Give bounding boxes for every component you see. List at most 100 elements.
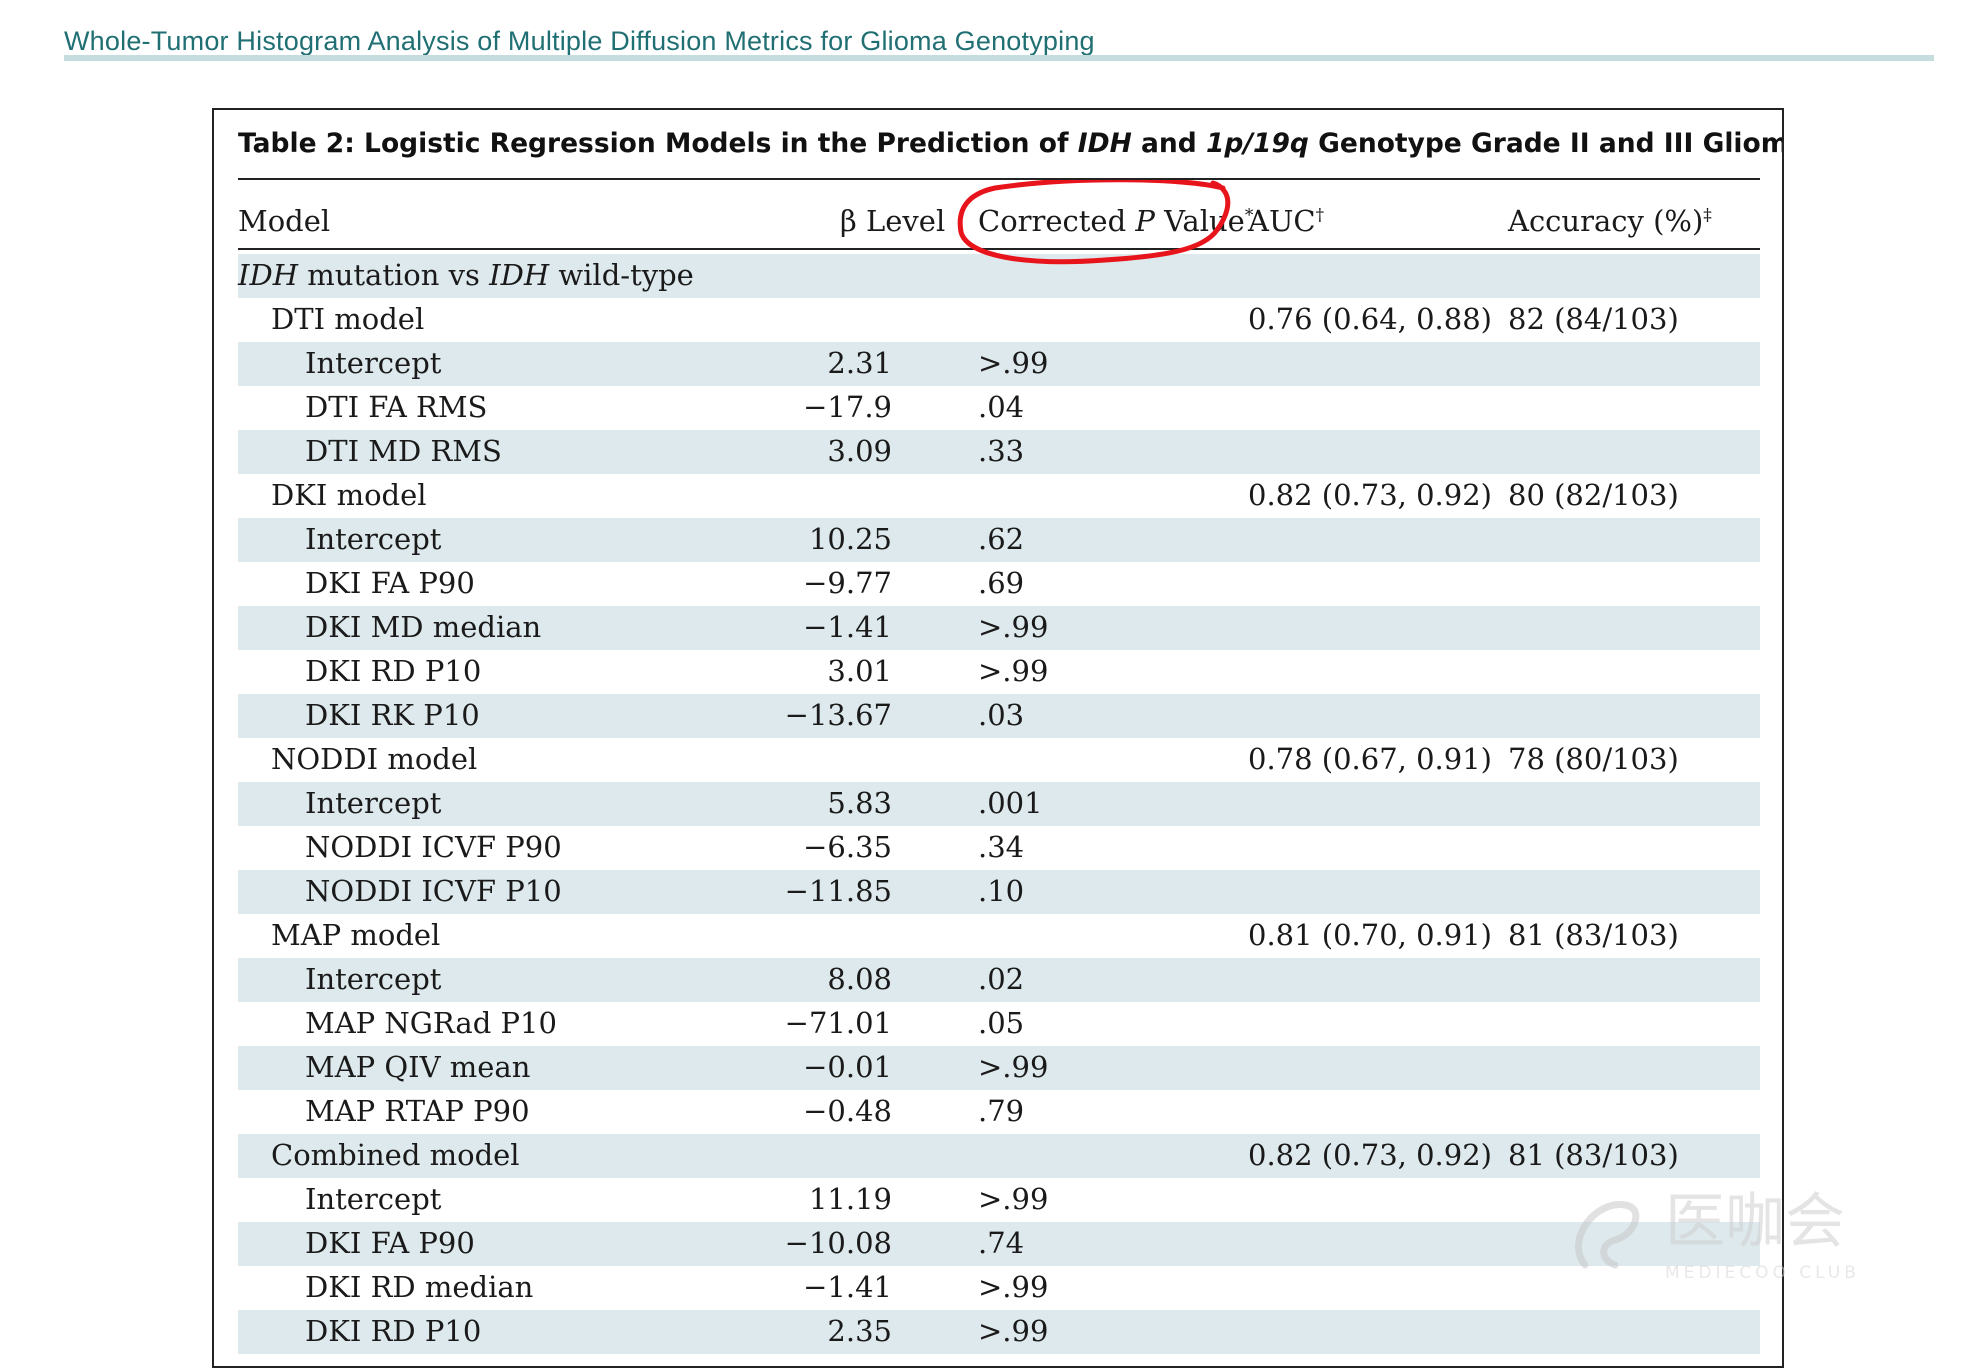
accuracy-value: 81 (83/103) (1508, 1138, 1679, 1172)
table-2: Table 2: Logistic Regression Models in t… (212, 108, 1784, 1368)
auc-value: 0.76 (0.64, 0.88) (1248, 302, 1492, 336)
corrected-p-value: >.99 (978, 654, 1049, 688)
beta-level-value: −10.08 (784, 1226, 892, 1260)
beta-level-value: 3.09 (827, 434, 892, 468)
model-row: DKI model 0.82 (0.73, 0.92) 80 (82/103) (238, 474, 1760, 518)
predictor-row: NODDI ICVF P90 −6.35 .34 (238, 826, 1760, 870)
table-title: Table 2: Logistic Regression Models in t… (238, 128, 1784, 159)
predictor-name: DKI FA P90 (305, 566, 475, 600)
predictor-name: DKI MD median (305, 610, 542, 644)
predictor-row: DKI RK P10 −13.67 .03 (238, 694, 1760, 738)
predictor-name: DKI RD P10 (305, 654, 482, 688)
accuracy-value: 80 (82/103) (1508, 478, 1679, 512)
corrected-p-value: >.99 (978, 1050, 1049, 1084)
header-auc: AUC† (1248, 204, 1325, 238)
model-name: MAP model (271, 918, 441, 952)
predictor-row: Intercept 10.25 .62 (238, 518, 1760, 562)
predictor-row: MAP RTAP P90 −0.48 .79 (238, 1090, 1760, 1134)
beta-level-value: −9.77 (803, 566, 892, 600)
model-name: NODDI model (271, 742, 478, 776)
table-top-rule (238, 178, 1760, 180)
corrected-p-value: .03 (978, 698, 1025, 732)
beta-level-value: 11.19 (808, 1182, 892, 1216)
accuracy-value: 78 (80/103) (1508, 742, 1679, 776)
predictor-row: Intercept 5.83 .001 (238, 782, 1760, 826)
auc-value: 0.82 (0.73, 0.92) (1248, 478, 1492, 512)
corrected-p-value: >.99 (978, 610, 1049, 644)
running-head: Whole-Tumor Histogram Analysis of Multip… (64, 26, 1095, 56)
model-row: DTI model 0.76 (0.64, 0.88) 82 (84/103) (238, 298, 1760, 342)
corrected-p-value: .62 (978, 522, 1025, 556)
corrected-p-value: .05 (978, 1006, 1025, 1040)
predictor-name: Intercept (305, 346, 442, 380)
beta-level-value: 2.31 (827, 346, 892, 380)
model-row: Combined model 0.82 (0.73, 0.92) 81 (83/10… (238, 1134, 1760, 1178)
predictor-name: MAP QIV mean (305, 1050, 531, 1084)
beta-level-value: −0.48 (803, 1094, 892, 1128)
auc-value: 0.82 (0.73, 0.92) (1248, 1138, 1492, 1172)
corrected-p-value: .04 (978, 390, 1025, 424)
auc-value: 0.81 (0.70, 0.91) (1248, 918, 1492, 952)
corrected-p-value: .79 (978, 1094, 1025, 1128)
predictor-name: NODDI ICVF P90 (305, 830, 562, 864)
beta-level-value: −71.01 (784, 1006, 892, 1040)
corrected-p-value: .69 (978, 566, 1025, 600)
beta-level-value: −11.85 (784, 874, 892, 908)
table-header-row: Model β Level Corrected P Value* AUC† Ac… (238, 186, 1760, 254)
accuracy-value: 81 (83/103) (1508, 918, 1679, 952)
beta-level-value: 3.01 (827, 654, 892, 688)
predictor-row: MAP NGRad P10 −71.01 .05 (238, 1002, 1760, 1046)
predictor-name: DTI MD RMS (305, 434, 502, 468)
corrected-p-value: >.99 (978, 346, 1049, 380)
predictor-row: DKI FA P90 −9.77 .69 (238, 562, 1760, 606)
predictor-name: DTI FA RMS (305, 390, 488, 424)
beta-level-value: −17.9 (803, 390, 892, 424)
auc-value: 0.78 (0.67, 0.91) (1248, 742, 1492, 776)
beta-level-value: −1.41 (803, 610, 892, 644)
running-head-rule (64, 55, 1934, 61)
corrected-p-value: >.99 (978, 1270, 1049, 1304)
model-name: DTI model (271, 302, 425, 336)
beta-level-value: −1.41 (803, 1270, 892, 1304)
predictor-name: DKI FA P90 (305, 1226, 475, 1260)
corrected-p-value: >.99 (978, 1182, 1049, 1216)
header-beta-level: β Level (840, 204, 946, 238)
model-row: MAP model 0.81 (0.70, 0.91) 81 (83/103) (238, 914, 1760, 958)
header-model: Model (238, 204, 331, 238)
corrected-p-value: .02 (978, 962, 1025, 996)
predictor-name: Intercept (305, 1182, 442, 1216)
predictor-row: DKI FA P90 −10.08 .74 (238, 1222, 1760, 1266)
corrected-p-value: .33 (978, 434, 1025, 468)
beta-level-value: 5.83 (827, 786, 892, 820)
predictor-name: Intercept (305, 962, 442, 996)
table-header-rule (238, 248, 1760, 250)
header-accuracy: Accuracy (%)‡ (1508, 204, 1712, 238)
corrected-p-value: .34 (978, 830, 1025, 864)
accuracy-value: 82 (84/103) (1508, 302, 1679, 336)
model-row: NODDI model 0.78 (0.67, 0.91) 78 (80/103) (238, 738, 1760, 782)
beta-level-value: −13.67 (784, 698, 892, 732)
predictor-row: Intercept 2.31 >.99 (238, 342, 1760, 386)
predictor-row: DKI RD P10 3.01 >.99 (238, 650, 1760, 694)
predictor-row: DKI RD P10 2.35 >.99 (238, 1310, 1760, 1354)
section-label: IDH mutation vs IDH wild-type (238, 258, 694, 292)
predictor-row: DTI FA RMS −17.9 .04 (238, 386, 1760, 430)
predictor-name: DKI RK P10 (305, 698, 480, 732)
model-name: DKI model (271, 478, 427, 512)
predictor-row: DKI MD median −1.41 >.99 (238, 606, 1760, 650)
beta-level-value: 10.25 (808, 522, 892, 556)
predictor-row: DTI MD RMS 3.09 .33 (238, 430, 1760, 474)
beta-level-value: −6.35 (803, 830, 892, 864)
predictor-row: MAP QIV mean −0.01 >.99 (238, 1046, 1760, 1090)
predictor-row: Intercept 8.08 .02 (238, 958, 1760, 1002)
corrected-p-value: .001 (978, 786, 1043, 820)
section-header-row: IDH mutation vs IDH wild-type (238, 254, 1760, 298)
predictor-name: DKI RD median (305, 1270, 534, 1304)
beta-level-value: −0.01 (803, 1050, 892, 1084)
predictor-name: Intercept (305, 522, 442, 556)
predictor-name: Intercept (305, 786, 442, 820)
predictor-row: NODDI ICVF P10 −11.85 .10 (238, 870, 1760, 914)
header-corrected-p-value: Corrected P Value* (978, 204, 1254, 238)
corrected-p-value: .74 (978, 1226, 1025, 1260)
predictor-row: Intercept 11.19 >.99 (238, 1178, 1760, 1222)
